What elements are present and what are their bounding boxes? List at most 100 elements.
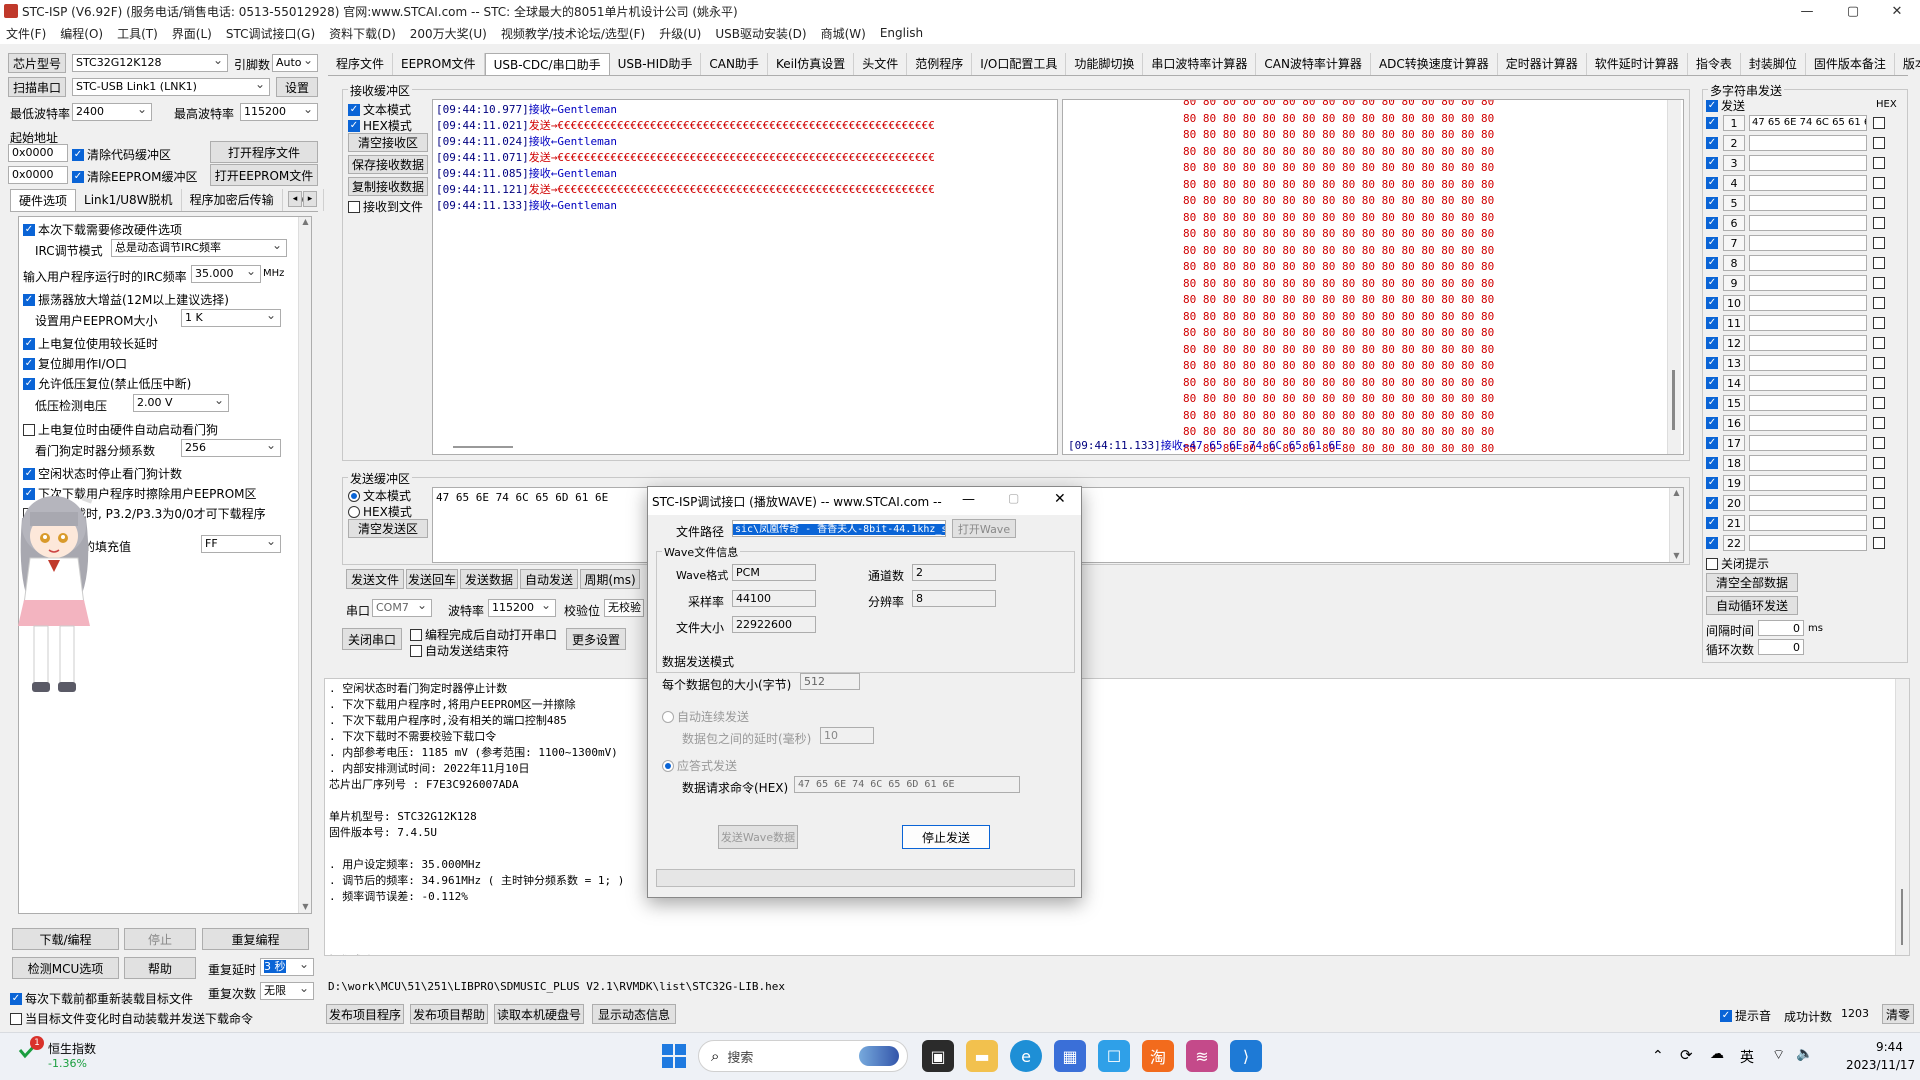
clear-send-button[interactable]: 清空发送区	[348, 519, 428, 538]
chip-model-select[interactable]: STC32G12K128	[72, 54, 228, 72]
multi-send-number-button[interactable]: 2	[1723, 135, 1745, 151]
menu-item[interactable]: 商城(W)	[821, 25, 866, 42]
irc-frequency-select[interactable]: 35.000	[191, 265, 261, 283]
check-icon[interactable]: ✓	[1706, 157, 1718, 169]
dialog-minimize-icon[interactable]: —	[962, 492, 975, 507]
multi-string-input[interactable]	[1749, 295, 1867, 311]
port-settings-button[interactable]: 设置	[276, 77, 318, 97]
tab-1[interactable]: EEPROM文件	[393, 53, 485, 75]
close-tip-checkbox[interactable]: 关闭提示	[1706, 555, 1769, 572]
multi-send-number-button[interactable]: 1	[1723, 115, 1745, 131]
volume-icon[interactable]: 🔈	[1796, 1046, 1813, 1062]
check-icon[interactable]: ✓	[1706, 297, 1718, 309]
multi-hex-checkbox[interactable]	[1873, 497, 1885, 509]
tab-hardware-options[interactable]: 硬件选项	[10, 189, 77, 211]
close-port-button[interactable]: 关闭串口	[342, 628, 402, 650]
tab-scroll-right-icon[interactable]: ▸	[303, 191, 317, 207]
tab-13[interactable]: 定时器计算器	[1498, 53, 1587, 75]
tab-8[interactable]: I/O口配置工具	[972, 53, 1067, 75]
clock-date[interactable]: 2023/11/17	[1846, 1058, 1915, 1072]
file-explorer-icon[interactable]: ▬	[966, 1040, 998, 1072]
clear-eeprom-buffer-checkbox[interactable]: ✓ 清除EEPROM缓冲区	[72, 168, 198, 185]
auto-load-checkbox[interactable]: 当目标文件变化时自动装载并发送下载命令	[10, 1010, 253, 1027]
multi-string-input[interactable]	[1749, 475, 1867, 491]
chevron-up-icon[interactable]: ⌃	[1652, 1048, 1664, 1064]
multi-send-number-button[interactable]: 19	[1723, 475, 1745, 491]
open-eeprom-file-button[interactable]: 打开EEPROM文件	[210, 164, 318, 186]
multi-string-input[interactable]	[1749, 375, 1867, 391]
irc-mode-select[interactable]: 总是动态调节IRC频率	[111, 239, 287, 257]
check-icon[interactable]: ✓	[1706, 537, 1718, 549]
tab-15[interactable]: 指令表	[1688, 53, 1741, 75]
multi-hex-checkbox[interactable]	[1873, 377, 1885, 389]
multi-hex-checkbox[interactable]	[1873, 117, 1885, 129]
edge-browser-icon[interactable]: e	[1010, 1040, 1042, 1072]
publish-program-button[interactable]: 发布项目程序	[326, 1004, 404, 1024]
input-language[interactable]: 英	[1740, 1047, 1754, 1067]
multi-send-number-button[interactable]: 12	[1723, 335, 1745, 351]
multi-send-number-button[interactable]: 17	[1723, 435, 1745, 451]
multi-hex-checkbox[interactable]	[1873, 277, 1885, 289]
multi-hex-checkbox[interactable]	[1873, 477, 1885, 489]
bilibili-icon[interactable]: ☐	[1098, 1040, 1130, 1072]
tab-5[interactable]: Keil仿真设置	[768, 53, 855, 75]
check-icon[interactable]: ✓	[1706, 417, 1718, 429]
minimize-button[interactable]: —	[1784, 0, 1830, 22]
tab-18[interactable]: 版本修订历史	[1895, 53, 1920, 75]
file-path-input[interactable]: sic\凤凰传奇 - 香香夫人-8bit-44.1khz_st.wav	[732, 520, 946, 537]
tab-12[interactable]: ADC转换速度计算器	[1371, 53, 1498, 75]
check-icon[interactable]: ✓	[1706, 357, 1718, 369]
check-icon[interactable]: ✓	[1706, 377, 1718, 389]
multi-hex-checkbox[interactable]	[1873, 317, 1885, 329]
log-output-area[interactable]: . 空闲状态时看门狗定时器停止计数 . 下次下载用户程序时,将用户EEPROM区…	[324, 678, 1910, 956]
multi-send-number-button[interactable]: 13	[1723, 355, 1745, 371]
check-icon[interactable]: ✓	[1706, 337, 1718, 349]
sync-icon[interactable]: ⟳	[1680, 1046, 1693, 1064]
repeat-count-select[interactable]: 无限	[260, 982, 314, 1000]
check-icon[interactable]: ✓	[1706, 397, 1718, 409]
multi-string-input[interactable]	[1749, 515, 1867, 531]
windows-start-icon[interactable]	[660, 1042, 688, 1070]
multi-string-input[interactable]	[1749, 255, 1867, 271]
show-dynamic-info-button[interactable]: 显示动态信息	[592, 1004, 676, 1024]
parity-select[interactable]: 无校验	[604, 599, 644, 617]
receive-hex-area[interactable]: 80 80 80 80 80 80 80 80 80 80 80 80 80 8…	[1062, 99, 1684, 455]
options-scrollbar[interactable]: ▲ ▼	[298, 217, 311, 913]
tab-2[interactable]: USB-CDC/串口助手	[484, 53, 610, 75]
multi-string-input[interactable]	[1749, 315, 1867, 331]
tab-3[interactable]: USB-HID助手	[610, 53, 702, 75]
continuous-send-radio[interactable]: 自动连续发送	[662, 708, 749, 725]
eeprom-address-input[interactable]: 0x0000	[8, 166, 68, 184]
store-icon[interactable]: ▦	[1054, 1040, 1086, 1072]
publish-help-button[interactable]: 发布项目帮助	[410, 1004, 488, 1024]
baud-rate-select[interactable]: 115200	[488, 599, 556, 617]
low-voltage-select[interactable]: 2.00 V	[133, 394, 229, 412]
multi-string-input[interactable]	[1749, 335, 1867, 351]
hex-scroll-thumb[interactable]	[1672, 370, 1675, 430]
multi-string-input[interactable]	[1749, 395, 1867, 411]
multi-send-number-button[interactable]: 5	[1723, 195, 1745, 211]
multi-hex-checkbox[interactable]	[1873, 157, 1885, 169]
check-icon[interactable]: ✓	[1706, 477, 1718, 489]
send-enter-button[interactable]: 发送回车	[406, 569, 458, 589]
tab-4[interactable]: CAN助手	[701, 53, 768, 75]
multi-hex-checkbox[interactable]	[1873, 337, 1885, 349]
multi-string-input[interactable]	[1749, 415, 1867, 431]
menu-item[interactable]: STC调试接口(G)	[226, 25, 315, 42]
receive-text-area[interactable]: [09:44:10.977]接收←Gentleman [09:44:11.021]…	[432, 99, 1058, 455]
stc-isp-icon[interactable]: ≋	[1186, 1040, 1218, 1072]
multi-send-number-button[interactable]: 18	[1723, 455, 1745, 471]
taskbar-search[interactable]: ⌕ 搜索	[698, 1040, 908, 1072]
multi-string-input[interactable]	[1749, 235, 1867, 251]
check-icon[interactable]: ✓	[1706, 117, 1718, 129]
multi-hex-checkbox[interactable]	[1873, 137, 1885, 149]
multi-hex-checkbox[interactable]	[1873, 257, 1885, 269]
multi-send-number-button[interactable]: 11	[1723, 315, 1745, 331]
scan-port-button[interactable]: 扫描串口	[8, 77, 66, 97]
receive-to-file-checkbox[interactable]: 接收到文件	[348, 198, 423, 215]
eeprom-size-select[interactable]: 1 K	[181, 309, 281, 327]
scroll-down-icon[interactable]: ▼	[1670, 551, 1683, 560]
auto-open-port-checkbox[interactable]: 编程完成后自动打开串口	[410, 626, 557, 643]
send-wave-button[interactable]: 发送Wave数据	[718, 825, 798, 849]
open-program-file-button[interactable]: 打开程序文件	[210, 141, 318, 163]
